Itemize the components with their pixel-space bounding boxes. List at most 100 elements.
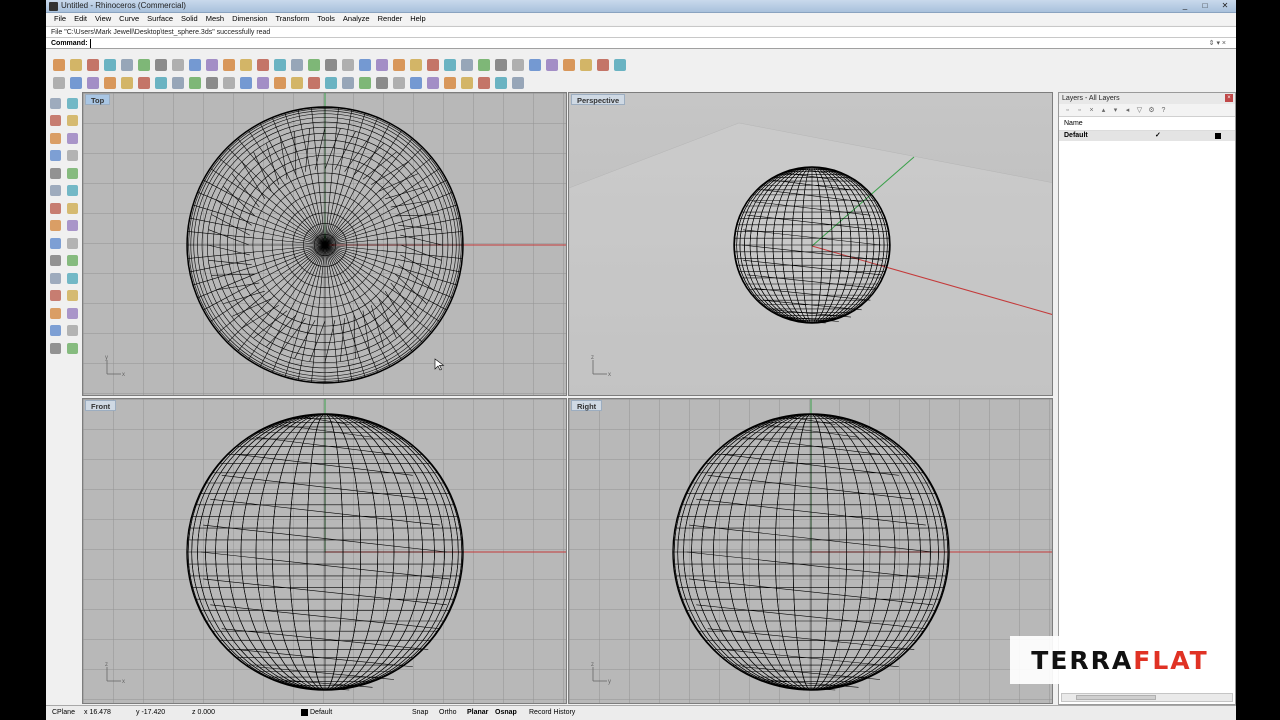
standard-tool-18-icon[interactable] <box>340 57 356 73</box>
standard-tool-15-icon[interactable] <box>289 57 305 73</box>
status-osnap-toggle[interactable]: Osnap <box>495 706 517 720</box>
sidebar-tool-6-icon[interactable] <box>64 130 80 146</box>
secondary-tool-18-icon[interactable] <box>340 75 356 91</box>
secondary-tool-27-icon[interactable] <box>493 75 509 91</box>
secondary-tool-1-icon[interactable] <box>51 75 67 91</box>
secondary-tool-8-icon[interactable] <box>170 75 186 91</box>
standard-tool-4-icon[interactable] <box>102 57 118 73</box>
sidebar-tool-1-icon[interactable] <box>47 95 63 111</box>
standard-tool-13-icon[interactable] <box>255 57 271 73</box>
filter-icon[interactable]: ▽ <box>1135 106 1144 115</box>
secondary-tool-5-icon[interactable] <box>119 75 135 91</box>
sidebar-tool-20-icon[interactable] <box>64 253 80 269</box>
viewport-top[interactable]: yx Top <box>82 92 567 396</box>
sidebar-tool-29-icon[interactable] <box>47 340 63 356</box>
menu-tools[interactable]: Tools <box>313 13 339 25</box>
standard-tool-27-icon[interactable] <box>493 57 509 73</box>
standard-tool-9-icon[interactable] <box>187 57 203 73</box>
sidebar-tool-10-icon[interactable] <box>64 165 80 181</box>
scrollbar-thumb[interactable] <box>1076 695 1156 700</box>
sidebar-tool-8-icon[interactable] <box>64 148 80 164</box>
viewport-right-label[interactable]: Right <box>571 400 603 411</box>
menu-analyze[interactable]: Analyze <box>339 13 374 25</box>
sidebar-tool-25-icon[interactable] <box>47 305 63 321</box>
layers-horizontal-scrollbar[interactable] <box>1061 693 1233 702</box>
standard-tool-11-icon[interactable] <box>221 57 237 73</box>
secondary-tool-12-icon[interactable] <box>238 75 254 91</box>
secondary-tool-24-icon[interactable] <box>442 75 458 91</box>
viewport-perspective-label[interactable]: Perspective <box>571 94 626 105</box>
viewport-front[interactable]: zx Front <box>82 398 567 704</box>
menu-file[interactable]: File <box>50 13 70 25</box>
sidebar-tool-7-icon[interactable] <box>47 148 63 164</box>
menu-curve[interactable]: Curve <box>115 13 143 25</box>
viewport-front-label[interactable]: Front <box>85 400 117 411</box>
move-down-icon[interactable]: ▾ <box>1111 106 1120 115</box>
sidebar-tool-27-icon[interactable] <box>47 323 63 339</box>
standard-tool-33-icon[interactable] <box>595 57 611 73</box>
current-layer-check-icon[interactable]: ✓ <box>1155 131 1161 141</box>
standard-tool-3-icon[interactable] <box>85 57 101 73</box>
secondary-tool-11-icon[interactable] <box>221 75 237 91</box>
sidebar-tool-15-icon[interactable] <box>47 218 63 234</box>
secondary-tool-16-icon[interactable] <box>306 75 322 91</box>
sidebar-tool-3-icon[interactable] <box>47 113 63 129</box>
sidebar-tool-23-icon[interactable] <box>47 288 63 304</box>
standard-tool-17-icon[interactable] <box>323 57 339 73</box>
secondary-tool-13-icon[interactable] <box>255 75 271 91</box>
standard-tool-22-icon[interactable] <box>408 57 424 73</box>
secondary-tool-21-icon[interactable] <box>391 75 407 91</box>
close-button[interactable]: ✕ <box>1218 1 1232 11</box>
standard-tool-20-icon[interactable] <box>374 57 390 73</box>
secondary-tool-15-icon[interactable] <box>289 75 305 91</box>
layer-color-swatch[interactable] <box>1215 133 1221 139</box>
status-snap-toggle[interactable]: Snap <box>412 706 428 720</box>
standard-tool-7-icon[interactable] <box>153 57 169 73</box>
standard-tool-23-icon[interactable] <box>425 57 441 73</box>
sidebar-tool-30-icon[interactable] <box>64 340 80 356</box>
menu-surface[interactable]: Surface <box>143 13 177 25</box>
viewport-top-label[interactable]: Top <box>85 94 111 105</box>
menu-dimension[interactable]: Dimension <box>228 13 271 25</box>
secondary-tool-7-icon[interactable] <box>153 75 169 91</box>
standard-tool-25-icon[interactable] <box>459 57 475 73</box>
sidebar-tool-18-icon[interactable] <box>64 235 80 251</box>
viewport-perspective[interactable]: zx Perspective <box>568 92 1053 396</box>
command-scroll-arrows[interactable]: ⇕ ▾ × <box>1209 38 1226 50</box>
sidebar-tool-14-icon[interactable] <box>64 200 80 216</box>
move-left-icon[interactable]: ◂ <box>1123 106 1132 115</box>
menu-view[interactable]: View <box>91 13 115 25</box>
menu-transform[interactable]: Transform <box>272 13 314 25</box>
standard-tool-31-icon[interactable] <box>561 57 577 73</box>
menu-render[interactable]: Render <box>374 13 407 25</box>
move-up-icon[interactable]: ▴ <box>1099 106 1108 115</box>
sidebar-tool-17-icon[interactable] <box>47 235 63 251</box>
secondary-tool-2-icon[interactable] <box>68 75 84 91</box>
sidebar-tool-2-icon[interactable] <box>64 95 80 111</box>
layer-row[interactable]: Default ✓ <box>1059 131 1235 141</box>
sidebar-tool-11-icon[interactable] <box>47 183 63 199</box>
secondary-tool-28-icon[interactable] <box>510 75 526 91</box>
secondary-tool-6-icon[interactable] <box>136 75 152 91</box>
viewport-right[interactable]: zy Right <box>568 398 1053 704</box>
layers-column-header[interactable]: Name <box>1059 117 1235 131</box>
sidebar-tool-4-icon[interactable] <box>64 113 80 129</box>
secondary-tool-23-icon[interactable] <box>425 75 441 91</box>
sidebar-tool-12-icon[interactable] <box>64 183 80 199</box>
standard-tool-30-icon[interactable] <box>544 57 560 73</box>
secondary-tool-14-icon[interactable] <box>272 75 288 91</box>
secondary-tool-20-icon[interactable] <box>374 75 390 91</box>
sidebar-tool-26-icon[interactable] <box>64 305 80 321</box>
secondary-tool-17-icon[interactable] <box>323 75 339 91</box>
standard-tool-32-icon[interactable] <box>578 57 594 73</box>
tools-icon[interactable]: ⚙ <box>1147 106 1156 115</box>
secondary-tool-4-icon[interactable] <box>102 75 118 91</box>
secondary-tool-19-icon[interactable] <box>357 75 373 91</box>
sidebar-tool-13-icon[interactable] <box>47 200 63 216</box>
standard-tool-1-icon[interactable] <box>51 57 67 73</box>
sidebar-tool-9-icon[interactable] <box>47 165 63 181</box>
new-layer-icon[interactable]: ▫ <box>1063 106 1072 115</box>
sidebar-tool-21-icon[interactable] <box>47 270 63 286</box>
standard-tool-2-icon[interactable] <box>68 57 84 73</box>
secondary-tool-25-icon[interactable] <box>459 75 475 91</box>
